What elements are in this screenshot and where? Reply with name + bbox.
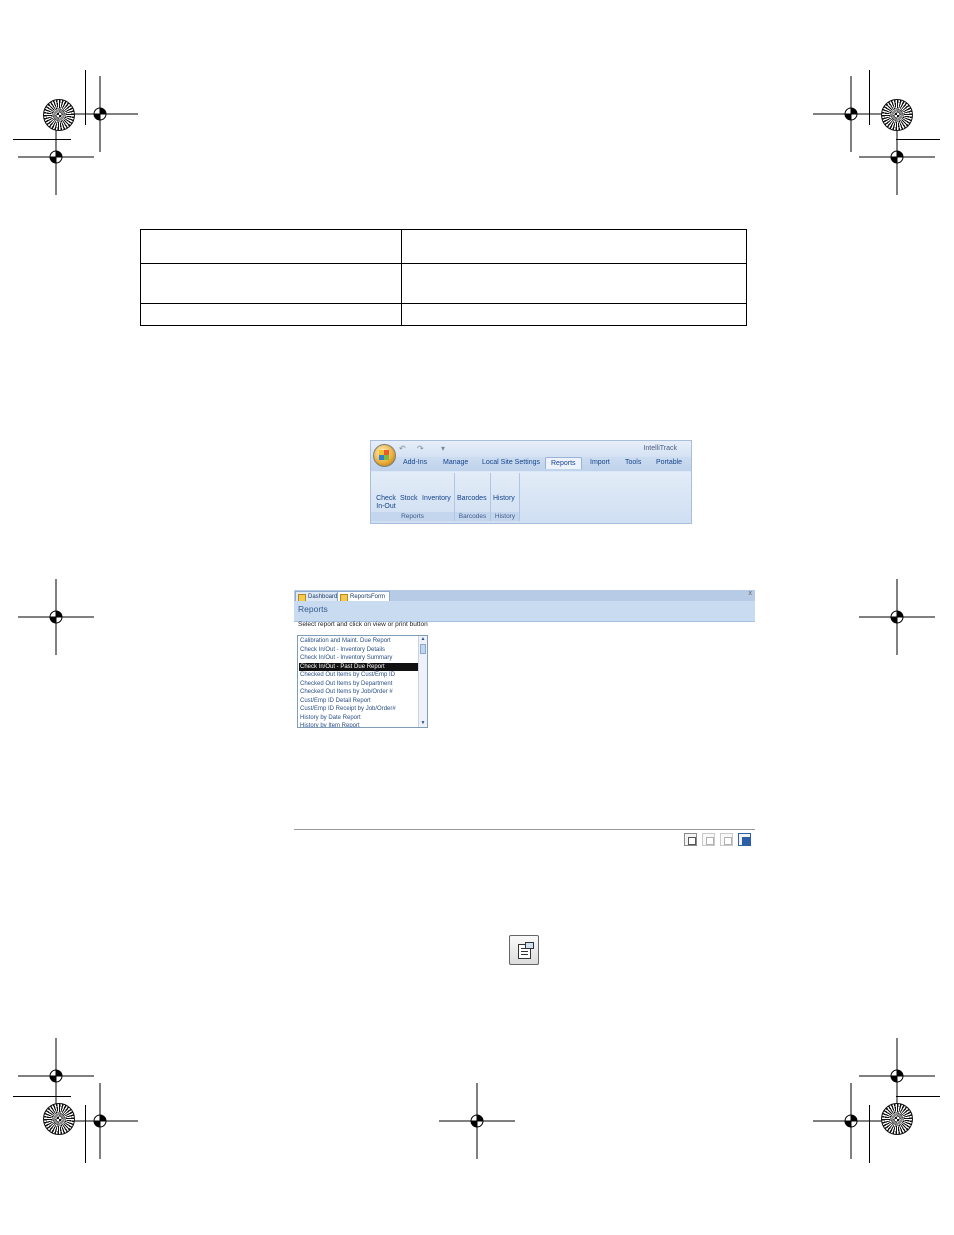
options-icon <box>688 837 696 845</box>
group-label: Barcodes <box>455 512 490 521</box>
table-cell <box>401 229 747 264</box>
star-top-right-icon <box>881 99 913 131</box>
window-icon <box>525 942 534 949</box>
tab-tools[interactable]: Tools <box>625 459 641 466</box>
table-cell <box>140 303 402 326</box>
trim-line <box>869 1105 870 1163</box>
list-item[interactable]: Cust/Emp ID Receipt by Job/Order# <box>299 705 418 714</box>
redo-icon[interactable]: ↷ <box>417 444 424 453</box>
list-item[interactable]: Cust/Emp ID Detail Report <box>299 697 418 706</box>
star-top-left-icon <box>43 99 75 131</box>
stock-button[interactable]: Stock <box>400 495 418 503</box>
preview-icon <box>706 837 714 845</box>
list-item[interactable]: Check In/Out - Past Due Report <box>299 662 418 671</box>
trim-line <box>869 70 870 125</box>
table-cell <box>401 263 747 304</box>
trim-line <box>13 1096 71 1097</box>
print-icon <box>724 837 732 845</box>
print-button[interactable] <box>720 833 733 846</box>
group-reports: Check In-Out Stock Inventory Reports <box>371 473 455 521</box>
customize-qat-icon[interactable]: ▾ <box>441 444 445 453</box>
form-header <box>294 601 755 622</box>
tab-manage[interactable]: Manage <box>443 459 468 466</box>
table-row <box>140 229 747 264</box>
trim-line <box>896 139 940 140</box>
exit-button[interactable] <box>738 833 751 846</box>
tab-label: Dashboard <box>308 594 338 600</box>
info-table <box>140 229 747 326</box>
preview-button[interactable] <box>702 833 715 846</box>
tab-local-site-settings[interactable]: Local Site Settings <box>482 459 540 466</box>
barcodes-button[interactable]: Barcodes <box>457 495 487 503</box>
table-row <box>140 303 747 326</box>
group-barcodes: Barcodes Barcodes <box>455 473 491 521</box>
report-options-button-large[interactable] <box>509 935 539 965</box>
trim-line <box>13 139 71 140</box>
scroll-down-icon[interactable]: ▼ <box>420 720 426 727</box>
undo-icon[interactable]: ↶ <box>399 444 406 453</box>
list-item[interactable]: Checked Out Items by Job/Order # <box>299 688 418 697</box>
table-row <box>140 263 747 304</box>
tab-add-ins[interactable]: Add-Ins <box>403 459 427 466</box>
scroll-thumb[interactable] <box>420 644 426 654</box>
group-history: History History <box>491 473 520 521</box>
star-bottom-right-icon <box>881 1103 913 1135</box>
list-item[interactable]: Check In/Out - Inventory Summary <box>299 654 418 663</box>
page-title: Reports <box>298 604 328 614</box>
star-bottom-left-icon <box>43 1103 75 1135</box>
trim-line <box>85 1105 86 1163</box>
inventory-button[interactable]: Inventory <box>422 495 451 503</box>
reports-form: Dashboard ReportsForm x Reports Select r… <box>294 590 755 848</box>
trim-line <box>85 70 86 125</box>
divider <box>294 829 755 830</box>
instruction-text: Select report and click on view or print… <box>298 621 428 628</box>
check-in-out-button[interactable]: Check In-Out <box>375 495 397 511</box>
trim-line <box>896 1096 940 1097</box>
list-item[interactable]: Check In/Out - Inventory Details <box>299 646 418 655</box>
office-button-icon[interactable] <box>373 444 396 467</box>
reg-mid-left-crosshair-icon <box>18 579 94 655</box>
table-cell <box>401 303 747 326</box>
app-title: IntelliTrack <box>643 445 677 452</box>
history-button[interactable]: History <box>493 495 515 503</box>
table-cell <box>140 229 402 264</box>
ribbon: ↶ ↷ ▾ IntelliTrack Add-Ins Manage Local … <box>370 440 692 524</box>
tab-portable[interactable]: Portable <box>656 459 682 466</box>
group-label: Reports <box>371 512 454 521</box>
reg-bottom-center-crosshair-icon <box>439 1083 515 1159</box>
table-cell <box>140 263 402 304</box>
list-item[interactable]: Calibration and Maint. Due Report <box>299 637 418 646</box>
list-item[interactable]: Checked Out Items by Cust/Emp ID <box>299 671 418 680</box>
tab-import[interactable]: Import <box>590 459 610 466</box>
group-label: History <box>491 512 519 521</box>
report-options-button[interactable] <box>684 833 697 846</box>
tab-label: ReportsForm <box>350 594 386 600</box>
tab-reports[interactable]: Reports <box>545 457 582 469</box>
scroll-up-icon[interactable]: ▲ <box>420 636 426 643</box>
reg-mid-right-crosshair-icon <box>859 579 935 655</box>
list-scrollbar[interactable]: ▲ ▼ <box>418 636 427 727</box>
exit-icon <box>742 837 750 845</box>
report-list[interactable]: ▲ ▼ Calibration and Maint. Due Report Che… <box>297 635 428 728</box>
list-item[interactable]: Checked Out Items by Department <box>299 680 418 689</box>
close-icon[interactable]: x <box>749 590 753 597</box>
list-item[interactable]: History by Item Report <box>299 722 418 727</box>
list-item[interactable]: History by Date Report <box>299 714 418 723</box>
